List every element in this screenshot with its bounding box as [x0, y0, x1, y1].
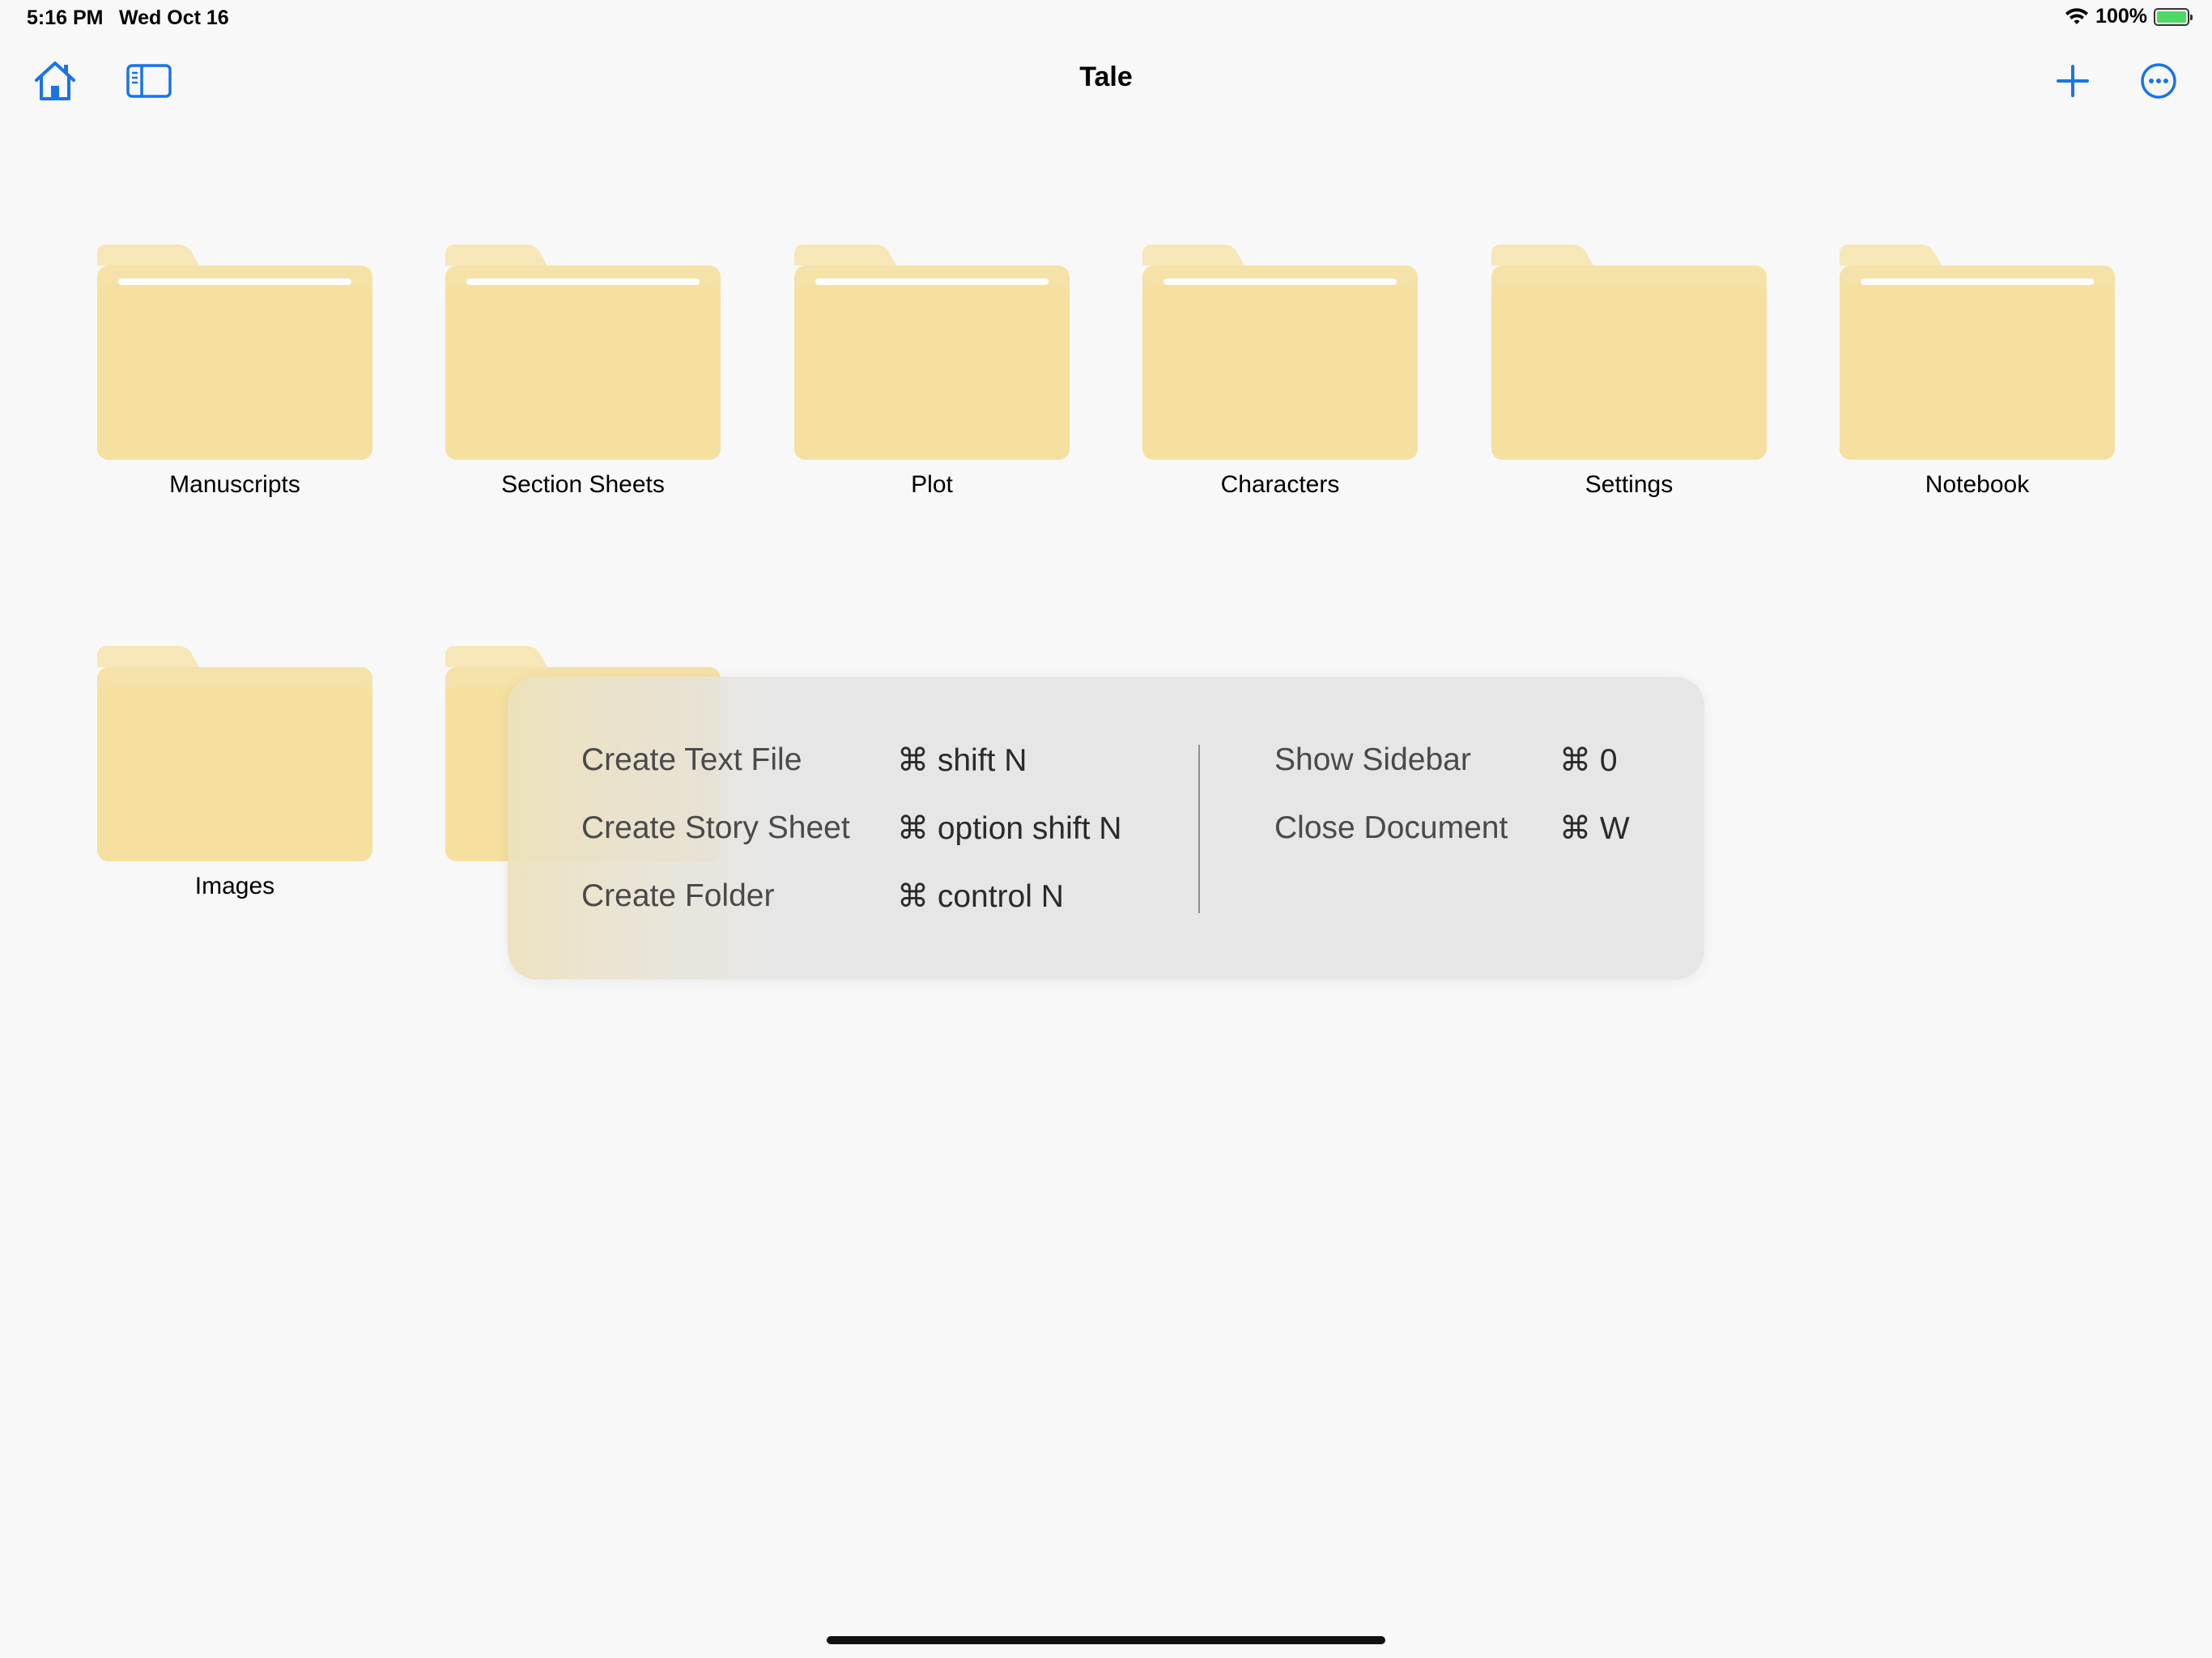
folder-label: Characters	[1220, 471, 1340, 498]
shortcut-label-show-sidebar[interactable]: Show Sidebar	[1274, 742, 1471, 778]
folder-plot[interactable]: Plot	[794, 243, 1070, 499]
folder-notebook[interactable]: Notebook	[1840, 243, 2115, 499]
more-button[interactable]	[2133, 55, 2184, 107]
folder-icon	[1491, 244, 1767, 460]
ellipsis-circle-icon	[2141, 63, 2176, 99]
folder-icon	[445, 244, 721, 460]
folder-settings[interactable]: Settings	[1491, 243, 1767, 499]
folder-label: Notebook	[1925, 471, 2030, 498]
shortcut-keys-show-sidebar: ⌘ 0	[1559, 743, 1618, 778]
folder-icon	[1840, 244, 2115, 460]
navigation-bar: Tale	[0, 40, 2212, 118]
folder-images[interactable]: Images	[97, 644, 372, 900]
folder-label: Images	[194, 873, 275, 899]
shortcut-label-create-folder[interactable]: Create Folder	[581, 878, 774, 914]
shortcut-keys-create-folder: ⌘ control N	[897, 879, 1064, 914]
shortcut-keys-create-story-sheet: ⌘ option shift N	[897, 811, 1122, 846]
folder-manuscripts[interactable]: Manuscripts	[97, 243, 372, 499]
status-indicators: 100%	[2065, 5, 2193, 28]
folder-label: Manuscripts	[169, 471, 300, 498]
page-title: Tale	[1079, 62, 1133, 92]
status-bar: 5:16 PM Wed Oct 16 100%	[0, 0, 2212, 39]
folder-icon	[97, 646, 372, 861]
folder-icon	[1142, 244, 1418, 460]
shortcut-keys-close-document: ⌘ W	[1559, 811, 1630, 846]
battery-percent: 100%	[2095, 5, 2147, 28]
status-time: 5:16 PM	[27, 6, 104, 29]
shortcut-keys-create-text-file: ⌘ shift N	[897, 743, 1027, 778]
status-date: Wed Oct 16	[119, 6, 229, 29]
battery-icon	[2154, 7, 2193, 26]
shortcut-label-create-story-sheet[interactable]: Create Story Sheet	[581, 810, 850, 846]
folder-characters[interactable]: Characters	[1142, 243, 1418, 499]
folder-label: Section Sheets	[501, 471, 665, 498]
home-indicator[interactable]	[827, 1636, 1385, 1644]
folder-icon	[97, 244, 372, 460]
wifi-icon	[2065, 7, 2089, 24]
folder-label: Settings	[1585, 471, 1674, 498]
add-button[interactable]	[2047, 55, 2099, 107]
folder-section-sheets[interactable]: Section Sheets	[445, 243, 721, 499]
overlay-divider	[1198, 745, 1200, 913]
folder-icon	[794, 244, 1070, 460]
shortcut-label-close-document[interactable]: Close Document	[1274, 810, 1508, 846]
plus-icon	[2057, 65, 2089, 97]
shortcut-label-create-text-file[interactable]: Create Text File	[581, 742, 802, 778]
folder-label: Plot	[911, 471, 953, 498]
